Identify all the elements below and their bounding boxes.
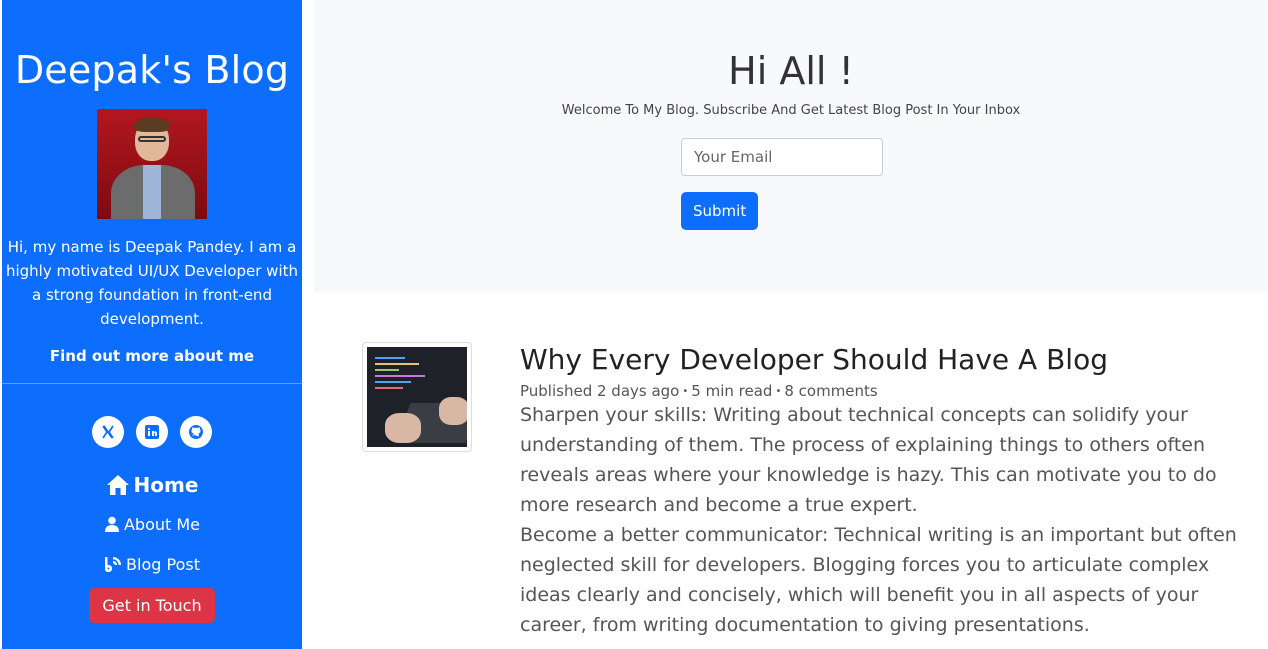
nav-item-home[interactable]: Home [2, 470, 302, 500]
code-line [375, 381, 411, 383]
social-links [2, 416, 302, 448]
code-line [375, 387, 403, 389]
blog-post: Why Every Developer Should Have A Blog P… [520, 342, 1240, 640]
github-icon[interactable] [180, 416, 212, 448]
left-hand-shape [385, 413, 421, 443]
meta-separator: • [682, 386, 689, 397]
laptop-image [367, 347, 467, 447]
meta-separator: • [775, 386, 782, 397]
sidebar-divider [2, 383, 302, 384]
nav-about-label: About Me [123, 514, 201, 534]
post-published: Published 2 days ago [520, 382, 680, 400]
code-line [375, 357, 405, 359]
blog-icon [105, 556, 122, 572]
post-title[interactable]: Why Every Developer Should Have A Blog [520, 342, 1240, 378]
hero-title: Hi All ! [728, 49, 854, 93]
avatar [97, 109, 207, 219]
find-out-more-link[interactable]: Find out more about me [2, 347, 302, 365]
post-meta: Published 2 days ago • 5 min read • 8 commen… [520, 382, 1240, 400]
hero-subtitle: Welcome To My Blog. Subscribe And Get La… [561, 103, 1021, 118]
nav-item-blog[interactable]: Blog Post [2, 552, 302, 576]
sidebar: Deepak's Blog Hi, my name is Deepak Pand… [2, 0, 302, 649]
avatar-glasses-shape [138, 136, 166, 142]
get-in-touch-button[interactable]: Get in Touch [89, 588, 215, 623]
nav-item-about[interactable]: About Me [2, 512, 302, 536]
post-comments: 8 comments [784, 382, 878, 400]
nav-home-label: Home [133, 473, 199, 497]
post-paragraph: Become a better communicator: Technical … [520, 524, 1237, 636]
user-icon [104, 516, 119, 532]
post-thumbnail[interactable] [362, 342, 472, 452]
code-line [375, 375, 425, 377]
code-line [375, 363, 419, 365]
hero-section: Hi All ! Welcome To My Blog. Subscribe A… [314, 0, 1268, 293]
linkedin-icon[interactable] [136, 416, 168, 448]
avatar-shirt-shape [143, 165, 161, 219]
right-hand-shape [439, 397, 467, 425]
email-field[interactable] [681, 138, 883, 176]
x-twitter-icon[interactable] [92, 416, 124, 448]
post-read-time: 5 min read [691, 382, 773, 400]
nav-blog-label: Blog Post [126, 554, 200, 574]
sidebar-nav: Home About Me Blog Post [2, 470, 302, 576]
brand-title[interactable]: Deepak's Blog [2, 44, 302, 96]
bio-text: Hi, my name is Deepak Pandey. I am a hig… [5, 238, 299, 328]
subscribe-form: Submit [681, 138, 931, 230]
post-paragraph: Sharpen your skills: Writing about techn… [520, 404, 1217, 516]
home-icon [106, 475, 129, 495]
submit-button[interactable]: Submit [681, 192, 759, 230]
avatar-hair-shape [134, 118, 170, 132]
code-line [375, 369, 399, 371]
